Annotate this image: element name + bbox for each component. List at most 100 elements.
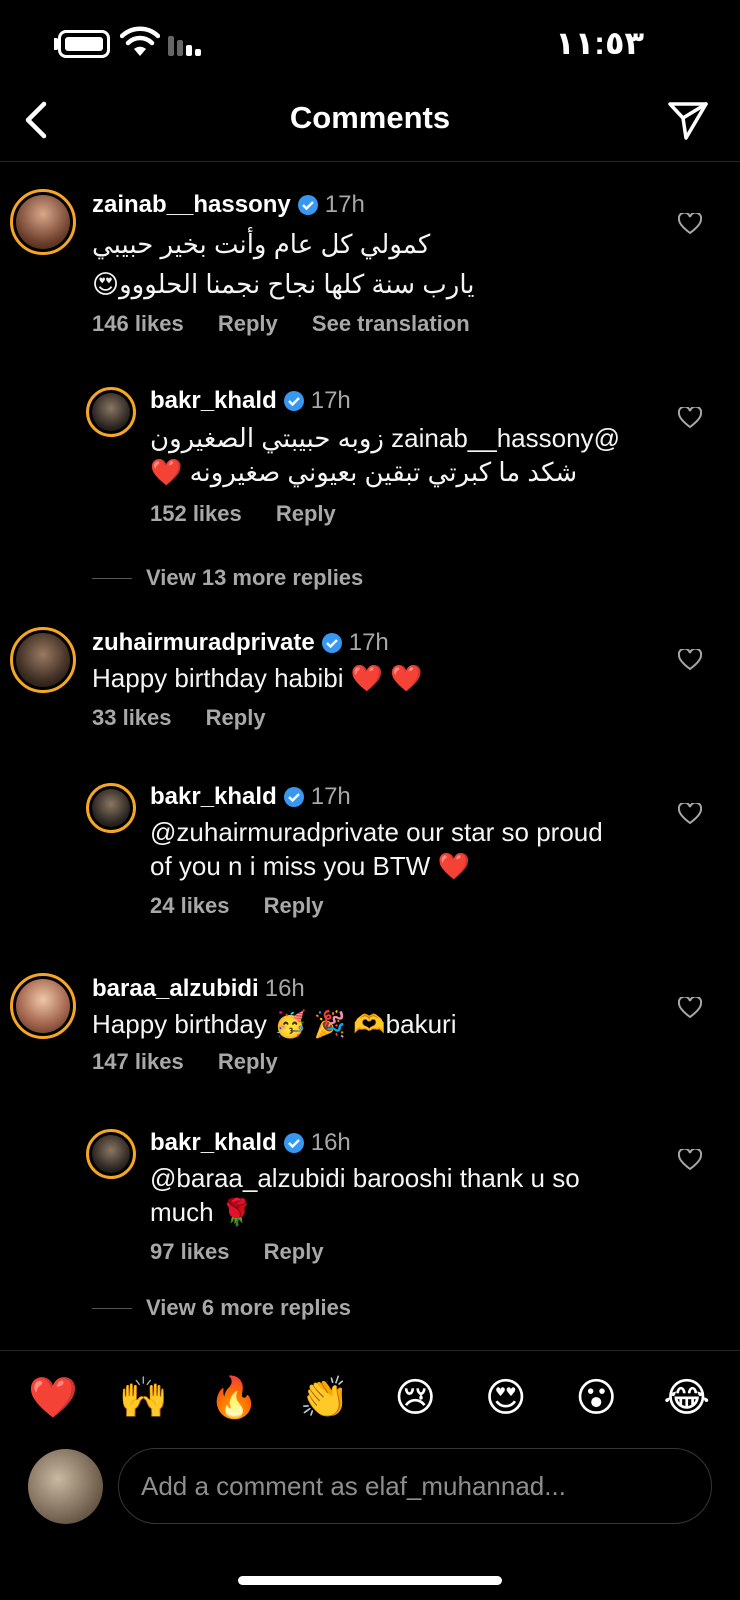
comment-text: كمولي كل عام وأنت بخير حبيبي يارب سنة كل…	[92, 227, 652, 301]
timestamp: 17h	[310, 387, 351, 414]
comment-line: much 🌹	[150, 1197, 254, 1227]
comment-author[interactable]: bakr_khald 16h	[150, 1129, 351, 1157]
status-bar: ١١:٥٣	[0, 0, 740, 90]
view-more-replies-button[interactable]: View 6 more replies	[92, 1295, 351, 1321]
reply-item: bakr_khald 17h @zainab__hassony زوبه حبي…	[0, 385, 740, 535]
avatar[interactable]	[86, 387, 136, 437]
header: Comments	[0, 90, 740, 162]
divider	[92, 1307, 132, 1309]
comments-list[interactable]: zainab__hassony 17h كمولي كل عام وأنت بخ…	[0, 163, 740, 1351]
like-heart-icon[interactable]	[678, 649, 702, 671]
emoji-fire-button[interactable]: 🔥	[204, 1373, 264, 1423]
timestamp: 17h	[324, 191, 365, 218]
reply-item: bakr_khald 17h @zuhairmuradprivate our s…	[0, 781, 740, 931]
reply-button[interactable]: Reply	[276, 501, 336, 526]
avatar[interactable]	[10, 627, 76, 693]
status-time: ١١:٥٣	[555, 25, 644, 61]
emoji-heart-button[interactable]: ❤️	[23, 1373, 83, 1423]
comment-line: Happy birthday 🥳 🎉 🫶bakuri	[92, 1009, 457, 1039]
see-translation-button[interactable]: See translation	[312, 311, 470, 336]
comment-text: @zainab__hassony زوبه حبيبتي الصغيرون شك…	[150, 421, 670, 489]
likes-count[interactable]: 152 likes	[150, 501, 242, 526]
reply-button[interactable]: Reply	[218, 311, 278, 336]
verified-badge-icon	[283, 1133, 304, 1153]
comment-line: @baraa_alzubidi barooshi thank u so	[150, 1163, 580, 1193]
comment-item: zainab__hassony 17h كمولي كل عام وأنت بخ…	[0, 183, 740, 343]
comment-composer: ❤️ 🙌 🔥 👏 😢 😍 😮 😂 Add a comment as elaf_m…	[0, 1350, 740, 1600]
emoji-crying-button[interactable]: 😢	[385, 1373, 445, 1423]
likes-count[interactable]: 24 likes	[150, 893, 230, 918]
likes-count[interactable]: 146 likes	[92, 311, 184, 336]
comment-actions: 146 likes Reply See translation	[92, 311, 498, 337]
username[interactable]: bakr_khald	[150, 1129, 277, 1157]
comment-input[interactable]: Add a comment as elaf_muhannad...	[118, 1448, 712, 1524]
username[interactable]: baraa_alzubidi	[92, 975, 259, 1003]
likes-count[interactable]: 147 likes	[92, 1049, 184, 1074]
comment-line: @zuhairmuradprivate our star so proud	[150, 817, 603, 847]
wifi-icon	[120, 26, 160, 56]
emoji-laughing-button[interactable]: 😂	[657, 1373, 717, 1423]
comment-text: Happy birthday 🥳 🎉 🫶bakuri	[92, 1007, 652, 1041]
current-user-avatar	[28, 1449, 103, 1524]
username[interactable]: bakr_khald	[150, 387, 277, 415]
comment-actions: 147 likes Reply	[92, 1049, 306, 1075]
view-more-replies-label[interactable]: View 6 more replies	[146, 1295, 351, 1321]
emoji-raised-hands-button[interactable]: 🙌	[114, 1373, 174, 1423]
comment-text: @zuhairmuradprivate our star so proud of…	[150, 815, 670, 883]
avatar[interactable]	[86, 1129, 136, 1179]
verified-badge-icon	[283, 787, 304, 807]
comment-line: Happy birthday habibi ❤️ ❤️	[92, 663, 423, 693]
username[interactable]: bakr_khald	[150, 783, 277, 811]
reply-button[interactable]: Reply	[264, 893, 324, 918]
likes-count[interactable]: 33 likes	[92, 705, 172, 730]
emoji-heart-eyes-button[interactable]: 😍	[476, 1373, 536, 1423]
comment-text: Happy birthday habibi ❤️ ❤️	[92, 661, 652, 695]
reply-item: bakr_khald 16h @baraa_alzubidi barooshi …	[0, 1127, 740, 1277]
like-heart-icon[interactable]	[678, 1149, 702, 1171]
home-indicator[interactable]	[238, 1576, 502, 1585]
comment-author[interactable]: bakr_khald 17h	[150, 387, 351, 415]
share-send-icon[interactable]	[666, 98, 710, 142]
comment-author[interactable]: zuhairmuradprivate 17h	[92, 629, 389, 657]
like-heart-icon[interactable]	[678, 213, 702, 235]
timestamp: 17h	[310, 783, 351, 810]
verified-badge-icon	[321, 633, 342, 653]
like-heart-icon[interactable]	[678, 803, 702, 825]
comment-actions: 33 likes Reply	[92, 705, 294, 731]
timestamp: 16h	[310, 1129, 351, 1156]
comment-line: كمولي كل عام وأنت بخير حبيبي	[92, 229, 431, 259]
comment-line: يارب سنة كلها نجاح نجمنا الحلووو😍	[92, 269, 475, 299]
page-title: Comments	[289, 100, 451, 135]
view-more-replies-button[interactable]: View 13 more replies	[92, 565, 363, 591]
avatar[interactable]	[10, 189, 76, 255]
like-heart-icon[interactable]	[678, 997, 702, 1019]
reply-button[interactable]: Reply	[218, 1049, 278, 1074]
comment-author[interactable]: bakr_khald 17h	[150, 783, 351, 811]
likes-count[interactable]: 97 likes	[150, 1239, 230, 1264]
emoji-quick-bar: ❤️ 🙌 🔥 👏 😢 😍 😮 😂	[0, 1373, 740, 1423]
comment-author[interactable]: zainab__hassony 17h	[92, 191, 365, 219]
username[interactable]: zainab__hassony	[92, 191, 291, 219]
battery-tip	[54, 38, 59, 50]
comment-actions: 97 likes Reply	[150, 1239, 352, 1265]
comment-line: of you n i miss you BTW ❤️	[150, 851, 470, 881]
emoji-surprised-button[interactable]: 😮	[566, 1373, 626, 1423]
reply-button[interactable]: Reply	[206, 705, 266, 730]
battery-icon	[58, 30, 110, 58]
comment-item: baraa_alzubidi 16h Happy birthday 🥳 🎉 🫶b…	[0, 973, 740, 1093]
cell-signal-icon	[168, 32, 208, 56]
comment-author[interactable]: baraa_alzubidi 16h	[92, 975, 305, 1003]
view-more-replies-label[interactable]: View 13 more replies	[146, 565, 363, 591]
timestamp: 17h	[348, 629, 389, 656]
like-heart-icon[interactable]	[678, 407, 702, 429]
timestamp: 16h	[264, 975, 305, 1002]
avatar[interactable]	[10, 973, 76, 1039]
avatar[interactable]	[86, 783, 136, 833]
comment-item: zuhairmuradprivate 17h Happy birthday ha…	[0, 625, 740, 745]
reply-button[interactable]: Reply	[264, 1239, 324, 1264]
comment-line: شكد ما كبرتي تبقين بعيوني صغيرونه ❤️	[150, 457, 578, 487]
comment-actions: 152 likes Reply	[150, 501, 364, 527]
username[interactable]: zuhairmuradprivate	[92, 629, 315, 657]
emoji-clap-button[interactable]: 👏	[295, 1373, 355, 1423]
comment-text: @baraa_alzubidi barooshi thank u so much…	[150, 1161, 670, 1229]
